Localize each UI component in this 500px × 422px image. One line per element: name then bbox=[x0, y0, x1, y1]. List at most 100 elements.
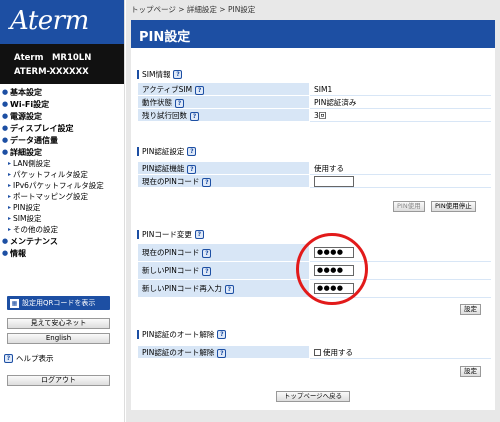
table-row: PIN認証機能? 使用する bbox=[137, 161, 491, 175]
submenu-lan[interactable]: ▸ LAN側設定 bbox=[0, 158, 124, 169]
row-label: 新しいPINコード再入力? bbox=[137, 279, 310, 298]
pin-auth-table: PIN認証機能? 使用する 現在のPINコード? bbox=[137, 161, 491, 188]
submenu-label: パケットフィルタ設定 bbox=[13, 170, 88, 179]
row-label: 動作状態? bbox=[137, 95, 310, 109]
back-to-top-button[interactable]: トップページへ戻る bbox=[276, 391, 350, 402]
highlight-circle bbox=[296, 233, 368, 305]
bullet-icon: ● bbox=[2, 148, 9, 156]
row-value: PIN認証済み bbox=[309, 95, 491, 109]
help-icon[interactable]: ? bbox=[187, 164, 197, 174]
row-value: 使用する bbox=[309, 345, 491, 359]
qr-code-button[interactable]: ▦ 設定用QRコードを表示 bbox=[7, 296, 110, 310]
bullet-icon: ● bbox=[2, 237, 9, 245]
row-value bbox=[309, 174, 491, 188]
auto-release-set-button[interactable]: 設定 bbox=[460, 366, 481, 377]
bullet-icon: ● bbox=[2, 249, 9, 257]
table-row: PIN認証のオート解除? 使用する bbox=[137, 345, 491, 359]
submenu-other[interactable]: ▸ その他の設定 bbox=[0, 224, 124, 235]
logout-button[interactable]: ログアウト bbox=[7, 375, 110, 386]
submenu-port-mapping[interactable]: ▸ ポートマッピング設定 bbox=[0, 191, 124, 202]
bullet-icon: ● bbox=[2, 124, 9, 132]
sidebar: Aterm Aterm MR10LN ATERM-XXXXXX ● 基本設定 ● W… bbox=[0, 0, 125, 422]
help-icon[interactable]: ? bbox=[195, 85, 205, 95]
submenu-packet-filter[interactable]: ▸ パケットフィルタ設定 bbox=[0, 169, 124, 180]
menu-label: ディスプレイ設定 bbox=[10, 123, 74, 133]
row-label: 残り試行回数? bbox=[137, 108, 310, 122]
pin-use-button[interactable]: PIN使用 bbox=[393, 201, 425, 212]
help-icon[interactable]: ? bbox=[173, 70, 183, 79]
submenu-label: PIN設定 bbox=[13, 203, 41, 212]
table-row: 残り試行回数? 3回 bbox=[137, 108, 491, 122]
sim-info-table: アクティブSIM? SIM1 動作状態? PIN認証済み 残り試行回数? 3回 bbox=[137, 82, 491, 122]
row-value: SIM1 bbox=[309, 82, 491, 96]
help-icon[interactable]: ? bbox=[217, 348, 227, 358]
section-bar bbox=[137, 147, 139, 156]
help-icon[interactable]: ? bbox=[175, 98, 184, 108]
section-title: SIM情報 bbox=[142, 70, 171, 79]
menu-advanced[interactable]: ● 詳細設定 bbox=[0, 146, 124, 158]
bullet-icon: ● bbox=[2, 112, 9, 120]
menu-info[interactable]: ● 情報 bbox=[0, 247, 124, 259]
menu-data-usage[interactable]: ● データ通信量 bbox=[0, 134, 124, 146]
auto-release-heading: PIN認証のオート解除? bbox=[137, 329, 227, 340]
auto-release-checkbox[interactable] bbox=[314, 349, 321, 356]
row-label: アクティブSIM? bbox=[137, 82, 310, 96]
menu-label: Wi-Fi設定 bbox=[10, 99, 50, 109]
help-icon[interactable]: ? bbox=[187, 147, 197, 156]
submenu-sim[interactable]: ▸ SIM設定 bbox=[0, 213, 124, 224]
pin-change-set-button[interactable]: 設定 bbox=[460, 304, 481, 315]
row-value: 3回 bbox=[309, 108, 491, 122]
menu-power[interactable]: ● 電源設定 bbox=[0, 110, 124, 122]
settings-panel: SIM情報? アクティブSIM? SIM1 動作状態? PIN認証済み 残り試行回数… bbox=[131, 48, 495, 410]
help-icon[interactable]: ? bbox=[194, 230, 204, 239]
row-label: PIN認証のオート解除? bbox=[137, 345, 310, 359]
sim-info-heading: SIM情報? bbox=[137, 69, 183, 80]
help-icon[interactable]: ? bbox=[190, 111, 199, 121]
menu-maintenance[interactable]: ● メンテナンス bbox=[0, 235, 124, 247]
menu-wifi[interactable]: ● Wi-Fi設定 bbox=[0, 98, 124, 110]
section-title: PIN認証設定 bbox=[142, 147, 185, 156]
table-row: 現在のPINコード? bbox=[137, 174, 491, 188]
help-icon[interactable]: ? bbox=[217, 330, 227, 339]
submenu-label: LAN側設定 bbox=[13, 159, 51, 168]
auto-release-table: PIN認証のオート解除? 使用する bbox=[137, 345, 491, 359]
submenu-ipv6-filter[interactable]: ▸ IPv6パケットフィルタ設定 bbox=[0, 180, 124, 191]
english-button[interactable]: English bbox=[7, 333, 110, 344]
main-content: トップページ > 詳細設定 > PIN設定 PIN設定 SIM情報? アクティブ… bbox=[126, 0, 500, 422]
section-title: PIN認証のオート解除 bbox=[142, 330, 215, 339]
submenu-label: その他の設定 bbox=[13, 225, 58, 234]
current-pin-input[interactable] bbox=[314, 175, 354, 187]
page-title: PIN設定 bbox=[131, 20, 495, 48]
submenu-label: SIM設定 bbox=[13, 214, 42, 223]
help-icon: ? bbox=[4, 354, 13, 363]
qr-button-label: 設定用QRコードを表示 bbox=[22, 299, 96, 307]
menu-label: 基本設定 bbox=[10, 87, 42, 97]
pin-change-heading: PINコード変更? bbox=[137, 229, 204, 240]
safe-net-button[interactable]: 見えて安心ネット bbox=[7, 318, 110, 329]
row-label: 現在のPINコード? bbox=[137, 243, 310, 262]
checkbox-label: 使用する bbox=[323, 347, 353, 357]
device-id: ATERM-XXXXXX bbox=[14, 67, 89, 77]
model-info: Aterm MR10LN ATERM-XXXXXX bbox=[0, 44, 124, 84]
section-bar bbox=[137, 230, 139, 239]
menu-basic[interactable]: ● 基本設定 bbox=[0, 86, 124, 98]
bullet-icon: ● bbox=[2, 100, 9, 108]
section-title: PINコード変更 bbox=[142, 230, 192, 239]
help-toggle[interactable]: ? ヘルプ表示 bbox=[4, 353, 54, 364]
submenu-label: ポートマッピング設定 bbox=[13, 192, 88, 201]
aterm-logo: Aterm bbox=[0, 0, 124, 44]
pin-auth-heading: PIN認証設定? bbox=[137, 146, 197, 157]
menu-display[interactable]: ● ディスプレイ設定 bbox=[0, 122, 124, 134]
section-bar bbox=[137, 70, 139, 79]
row-label: 現在のPINコード? bbox=[137, 174, 310, 188]
menu-label: メンテナンス bbox=[10, 236, 58, 246]
submenu-pin[interactable]: ▸ PIN設定 bbox=[0, 202, 124, 213]
help-icon[interactable]: ? bbox=[202, 177, 212, 187]
help-icon[interactable]: ? bbox=[202, 267, 212, 276]
qr-icon: ▦ bbox=[10, 298, 19, 308]
pin-stop-button[interactable]: PIN使用停止 bbox=[431, 201, 476, 212]
menu-label: 情報 bbox=[10, 248, 26, 258]
help-icon[interactable]: ? bbox=[224, 285, 234, 294]
help-icon[interactable]: ? bbox=[202, 249, 212, 258]
menu-label: データ通信量 bbox=[10, 135, 58, 145]
